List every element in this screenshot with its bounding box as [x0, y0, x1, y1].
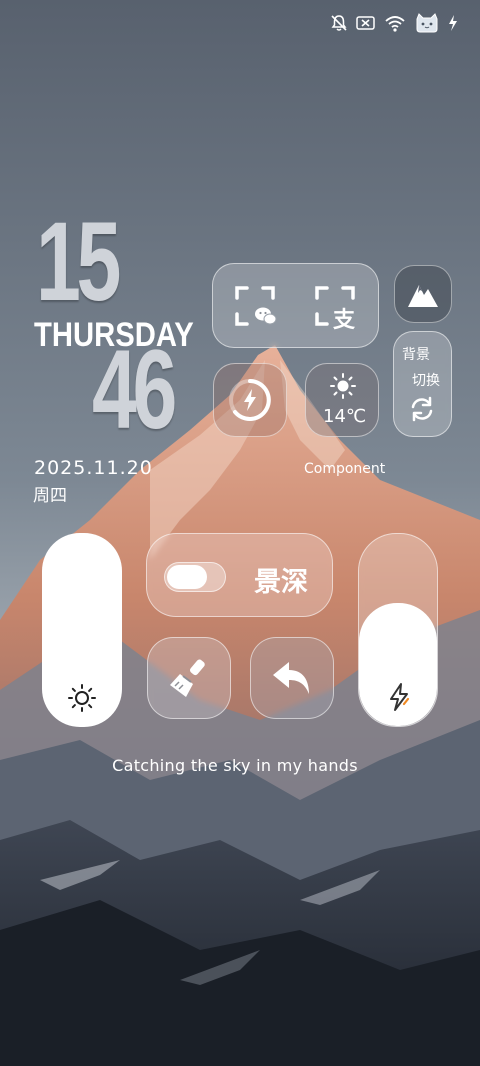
brightness-slider[interactable]: [42, 533, 122, 727]
wechat-scan-icon: [235, 286, 277, 326]
sun-icon: [330, 373, 356, 399]
alipay-char: 支: [333, 308, 356, 333]
weather-widget[interactable]: 14℃: [305, 363, 379, 437]
power-slider[interactable]: [358, 533, 438, 727]
weather-temperature: 14℃: [323, 406, 367, 427]
lightning-icon: [390, 683, 410, 711]
charging-bolt-icon: [448, 15, 458, 31]
clock-minute: 46: [92, 327, 177, 452]
caption-text: Catching the sky in my hands: [112, 756, 358, 775]
alipay-scan-button[interactable]: 支: [313, 284, 357, 333]
depth-toggle-switch[interactable]: [164, 562, 226, 592]
broom-icon: [170, 659, 205, 697]
sim-disabled-icon: [356, 15, 376, 31]
mute-icon: [330, 14, 348, 32]
clock-weekday: 周四: [33, 486, 67, 506]
component-label: Component: [304, 461, 386, 477]
battery-cat-icon: [414, 13, 440, 33]
brightness-icon: [68, 684, 96, 712]
back-button[interactable]: [250, 637, 334, 719]
charge-widget[interactable]: [213, 363, 287, 437]
mountain-icon: [408, 285, 438, 307]
clock-hour: 15: [36, 199, 121, 324]
clock-date: 2025.11.20: [34, 457, 153, 479]
wallpaper-switch-line1: 背景: [402, 347, 430, 363]
status-bar: [330, 12, 458, 34]
refresh-icon: [409, 396, 435, 426]
undo-arrow-icon: [273, 662, 309, 694]
wifi-icon: [384, 14, 406, 32]
mountain-button[interactable]: [394, 265, 452, 323]
wechat-scan-button[interactable]: [233, 284, 277, 328]
depth-toggle-label: 景深: [254, 567, 308, 598]
depth-toggle-knob: [167, 565, 207, 589]
clean-button[interactable]: [147, 637, 231, 719]
charging-ring-icon: [229, 379, 271, 421]
wallpaper-switch-line2: 切换: [412, 373, 440, 389]
